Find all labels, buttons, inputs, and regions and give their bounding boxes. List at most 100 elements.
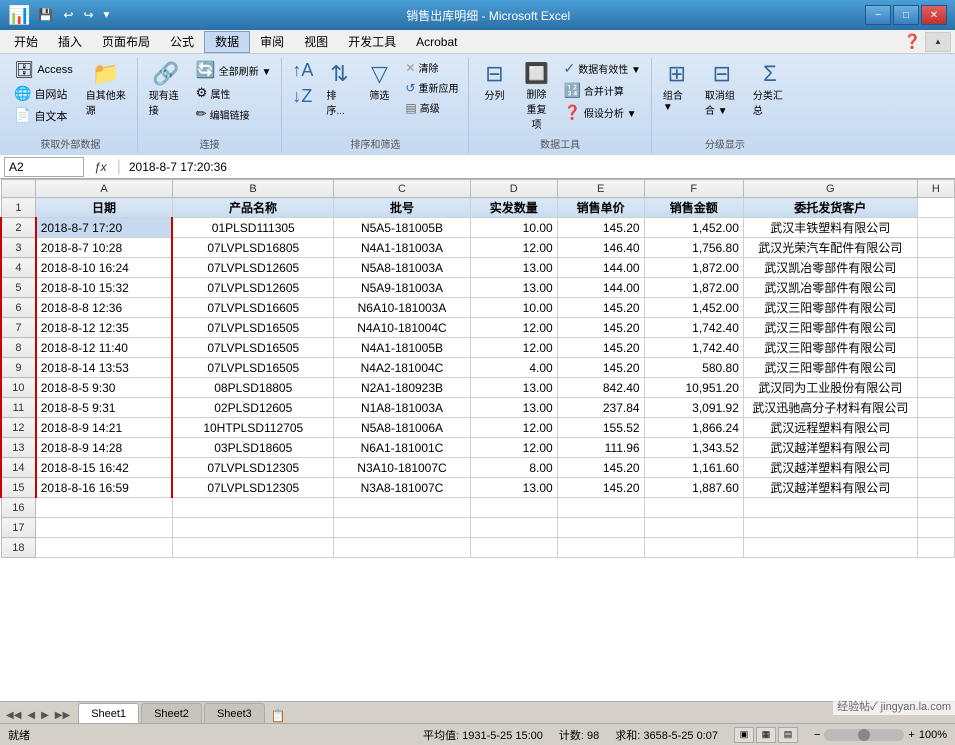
cell-9-b[interactable]: 07LVPLSD16505	[172, 358, 333, 378]
row-num-2[interactable]: 2	[1, 218, 36, 238]
page-layout-view-button[interactable]: ▦	[756, 727, 776, 743]
sheet-nav-next[interactable]: ▶	[39, 708, 51, 723]
cell-14-c[interactable]: N3A10-181007C	[334, 458, 471, 478]
cell-9-f[interactable]: 580.80	[644, 358, 743, 378]
menu-developer[interactable]: 开发工具	[338, 31, 406, 53]
cell-13-f[interactable]: 1,343.52	[644, 438, 743, 458]
cell-2-b[interactable]: 01PLSD111305	[172, 218, 333, 238]
cell-7-a[interactable]: 2018-8-12 12:35	[36, 318, 173, 338]
menu-insert[interactable]: 插入	[48, 31, 92, 53]
cell-3-b[interactable]: 07LVPLSD16805	[172, 238, 333, 258]
cell-11-c[interactable]: N1A8-181003A	[334, 398, 471, 418]
cell-7-f[interactable]: 1,742.40	[644, 318, 743, 338]
maximize-button[interactable]: □	[893, 5, 919, 25]
properties-button[interactable]: ⚙ 属性	[192, 83, 276, 103]
cell-9-a[interactable]: 2018-8-14 13:53	[36, 358, 173, 378]
cell-8-c[interactable]: N4A1-181005B	[334, 338, 471, 358]
header-col-c[interactable]: 批号	[334, 198, 471, 218]
cell-5-b[interactable]: 07LVPLSD12605	[172, 278, 333, 298]
col-header-b[interactable]: B	[172, 180, 333, 198]
header-col-d[interactable]: 实发数量	[470, 198, 557, 218]
cell-9-e[interactable]: 145.20	[557, 358, 644, 378]
group-button[interactable]: ⊞ 组合 ▼	[658, 58, 696, 116]
cell-8-d[interactable]: 12.00	[470, 338, 557, 358]
web-button[interactable]: 🌐 自网站	[10, 83, 77, 104]
cell-6-a[interactable]: 2018-8-8 12:36	[36, 298, 173, 318]
menu-review[interactable]: 审阅	[250, 31, 294, 53]
cell-15-f[interactable]: 1,887.60	[644, 478, 743, 498]
header-col-g[interactable]: 委托发货客户	[743, 198, 917, 218]
cell-5-g[interactable]: 武汉凯冶零部件有限公司	[743, 278, 917, 298]
cell-14-g[interactable]: 武汉越洋塑料有限公司	[743, 458, 917, 478]
cell-13-d[interactable]: 12.00	[470, 438, 557, 458]
cell-15-e[interactable]: 145.20	[557, 478, 644, 498]
menu-page-layout[interactable]: 页面布局	[92, 31, 160, 53]
refresh-all-button[interactable]: 🔄 全部刷新 ▼	[192, 58, 276, 82]
cell-2-c[interactable]: N5A5-181005B	[334, 218, 471, 238]
sheet-nav-last[interactable]: ▶▶	[53, 708, 72, 723]
quick-save[interactable]: 💾	[36, 8, 55, 22]
header-col-a[interactable]: 日期	[36, 198, 173, 218]
whatif-button[interactable]: ❓ 假设分析 ▼	[559, 102, 644, 123]
cell-10-f[interactable]: 10,951.20	[644, 378, 743, 398]
cell-5-c[interactable]: N5A9-181003A	[334, 278, 471, 298]
minimize-button[interactable]: −	[865, 5, 891, 25]
cell-ref-input[interactable]	[4, 157, 84, 177]
clear-button[interactable]: ✕ 清除	[401, 58, 462, 77]
cell-13-g[interactable]: 武汉越洋塑料有限公司	[743, 438, 917, 458]
cell-2-g[interactable]: 武汉丰铁塑料有限公司	[743, 218, 917, 238]
cell-4-g[interactable]: 武汉凯冶零部件有限公司	[743, 258, 917, 278]
cell-13-c[interactable]: N6A1-181001C	[334, 438, 471, 458]
menu-view[interactable]: 视图	[294, 31, 338, 53]
row-num-15[interactable]: 15	[1, 478, 36, 498]
quick-dropdown[interactable]: ▼	[102, 10, 112, 21]
row-num-1[interactable]: 1	[1, 198, 36, 218]
cell-8-e[interactable]: 145.20	[557, 338, 644, 358]
text-button[interactable]: 📄 自文本	[10, 105, 77, 126]
advanced-button[interactable]: ▤ 高级	[401, 98, 462, 117]
cell-10-a[interactable]: 2018-8-5 9:30	[36, 378, 173, 398]
cell-4-c[interactable]: N5A8-181003A	[334, 258, 471, 278]
data-valid-button[interactable]: ✓ 数据有效性 ▼	[559, 58, 644, 79]
cell-3-c[interactable]: N4A1-181003A	[334, 238, 471, 258]
cell-7-d[interactable]: 12.00	[470, 318, 557, 338]
cell-10-d[interactable]: 13.00	[470, 378, 557, 398]
cell-10-g[interactable]: 武汉同为工业股份有限公司	[743, 378, 917, 398]
sheet-tab-3[interactable]: Sheet3	[204, 703, 265, 723]
cell-6-c[interactable]: N6A10-181003A	[334, 298, 471, 318]
cell-3-d[interactable]: 12.00	[470, 238, 557, 258]
zoom-out-button[interactable]: −	[814, 729, 820, 741]
cell-12-e[interactable]: 155.52	[557, 418, 644, 438]
access-button[interactable]: 🗄 Access	[10, 58, 77, 82]
row-num-14[interactable]: 14	[1, 458, 36, 478]
cell-9-d[interactable]: 4.00	[470, 358, 557, 378]
col-header-c[interactable]: C	[334, 180, 471, 198]
col-header-f[interactable]: F	[644, 180, 743, 198]
consolidate-button[interactable]: 🔢 合并计算	[559, 80, 644, 101]
filter-button[interactable]: ▽ 筛选	[361, 58, 397, 105]
sort-asc-button[interactable]: ↑A	[288, 58, 317, 83]
cell-4-f[interactable]: 1,872.00	[644, 258, 743, 278]
cell-12-d[interactable]: 12.00	[470, 418, 557, 438]
subtotal-button[interactable]: Σ 分类汇总	[748, 58, 792, 120]
sheet-nav-first[interactable]: ◀◀	[4, 708, 23, 723]
zoom-in-button[interactable]: +	[908, 729, 914, 741]
cell-2-d[interactable]: 10.00	[470, 218, 557, 238]
cell-4-a[interactable]: 2018-8-10 16:24	[36, 258, 173, 278]
col-header-d[interactable]: D	[470, 180, 557, 198]
cell-4-b[interactable]: 07LVPLSD12605	[172, 258, 333, 278]
quick-redo[interactable]: ↪	[81, 8, 95, 22]
page-break-view-button[interactable]: ▤	[778, 727, 798, 743]
help-icon[interactable]: ❓	[904, 33, 921, 50]
cell-10-b[interactable]: 08PLSD18805	[172, 378, 333, 398]
cell-9-g[interactable]: 武汉三阳零部件有限公司	[743, 358, 917, 378]
cell-15-g[interactable]: 武汉越洋塑料有限公司	[743, 478, 917, 498]
edit-links-button[interactable]: ✏ 编辑链接	[192, 104, 276, 124]
header-col-e[interactable]: 销售单价	[557, 198, 644, 218]
cell-11-b[interactable]: 02PLSD12605	[172, 398, 333, 418]
ribbon-minimize[interactable]: ▲	[925, 32, 951, 52]
cell-12-b[interactable]: 10HTPLSD112705	[172, 418, 333, 438]
row-num-6[interactable]: 6	[1, 298, 36, 318]
quick-undo[interactable]: ↩	[61, 8, 75, 22]
col-header-h[interactable]: H	[917, 180, 954, 198]
